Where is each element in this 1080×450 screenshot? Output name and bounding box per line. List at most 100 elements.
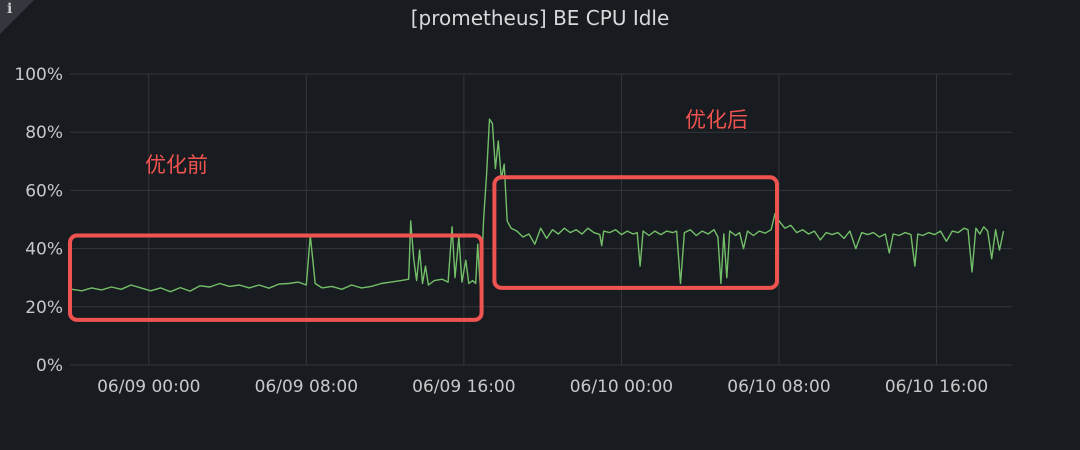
data-point xyxy=(899,235,900,236)
data-point xyxy=(540,228,541,229)
data-point xyxy=(390,282,391,283)
data-point xyxy=(967,229,968,230)
data-point xyxy=(855,248,856,249)
data-point xyxy=(717,236,718,237)
data-point xyxy=(952,231,953,232)
data-point xyxy=(743,248,744,249)
data-point xyxy=(419,250,420,251)
data-point xyxy=(587,228,588,229)
data-point xyxy=(814,231,815,232)
x-tick-label: 06/09 08:00 xyxy=(255,377,358,397)
data-point xyxy=(91,287,92,288)
annotation-label: 优化前 xyxy=(145,153,208,177)
data-point xyxy=(837,232,838,233)
y-tick-label: 40% xyxy=(25,240,63,260)
data-point xyxy=(408,279,409,280)
data-point xyxy=(461,282,462,283)
data-point xyxy=(934,234,935,235)
y-tick-label: 100% xyxy=(14,65,63,85)
data-point xyxy=(581,233,582,234)
y-tick-label: 80% xyxy=(25,123,63,143)
data-point xyxy=(759,231,760,232)
data-point xyxy=(621,234,622,235)
y-tick-label: 60% xyxy=(25,181,63,201)
data-point xyxy=(593,232,594,233)
data-point xyxy=(713,229,714,230)
data-point xyxy=(249,287,250,288)
data-point xyxy=(278,284,279,285)
data-point xyxy=(468,283,469,284)
data-point xyxy=(971,271,972,272)
data-point xyxy=(371,286,372,287)
data-point xyxy=(867,234,868,235)
data-point xyxy=(928,232,929,233)
data-point xyxy=(889,252,890,253)
data-point xyxy=(1003,231,1004,232)
data-point xyxy=(498,140,499,141)
data-point xyxy=(601,245,602,246)
data-point xyxy=(615,229,616,230)
data-point xyxy=(465,260,466,261)
data-point xyxy=(849,231,850,232)
x-tick-label: 06/10 08:00 xyxy=(727,377,830,397)
data-point xyxy=(747,231,748,232)
data-point xyxy=(454,277,455,278)
data-point xyxy=(708,233,709,234)
data-point xyxy=(351,284,352,285)
data-point xyxy=(637,232,638,233)
data-point xyxy=(522,236,523,237)
data-point xyxy=(511,228,512,229)
data-point xyxy=(331,286,332,287)
data-point xyxy=(660,234,661,235)
data-point xyxy=(690,229,691,230)
x-axis-ticks: 06/09 00:00 06/09 08:00 06/09 16:00 06/10 0… xyxy=(97,377,988,397)
data-point xyxy=(576,229,577,230)
data-point xyxy=(808,233,809,234)
data-point xyxy=(753,235,754,236)
data-point xyxy=(826,232,827,233)
data-point xyxy=(452,226,453,227)
data-point xyxy=(680,283,681,284)
data-point xyxy=(904,232,905,233)
y-tick-label: 20% xyxy=(25,298,63,318)
data-point xyxy=(486,175,487,176)
data-point xyxy=(603,231,604,232)
data-point xyxy=(802,229,803,230)
data-point xyxy=(946,241,947,242)
data-point xyxy=(666,231,667,232)
data-point xyxy=(609,232,610,233)
data-point xyxy=(434,280,435,281)
data-point xyxy=(729,231,730,232)
data-point xyxy=(958,232,959,233)
data-point xyxy=(979,233,980,234)
data-point xyxy=(991,258,992,259)
data-point xyxy=(861,232,862,233)
chart-series xyxy=(71,118,1005,293)
data-point xyxy=(425,266,426,267)
x-tick-label: 06/09 00:00 xyxy=(97,377,200,397)
data-point xyxy=(140,287,141,288)
data-point xyxy=(879,236,880,237)
x-tick-label: 06/09 16:00 xyxy=(412,377,515,397)
data-point xyxy=(917,233,918,234)
data-point xyxy=(546,238,547,239)
data-point xyxy=(843,238,844,239)
data-point xyxy=(150,290,151,291)
data-point xyxy=(648,235,649,236)
data-point xyxy=(306,284,307,285)
data-point xyxy=(504,164,505,165)
data-point xyxy=(570,232,571,233)
data-point xyxy=(483,219,484,220)
data-point xyxy=(558,233,559,234)
data-point xyxy=(739,232,740,233)
data-point xyxy=(472,280,473,281)
data-point xyxy=(765,233,766,234)
data-point xyxy=(873,232,874,233)
data-point xyxy=(199,285,200,286)
data-point xyxy=(643,231,644,232)
data-point xyxy=(288,283,289,284)
data-point xyxy=(416,280,417,281)
data-point xyxy=(219,283,220,284)
data-point xyxy=(684,232,685,233)
data-point xyxy=(422,283,423,284)
